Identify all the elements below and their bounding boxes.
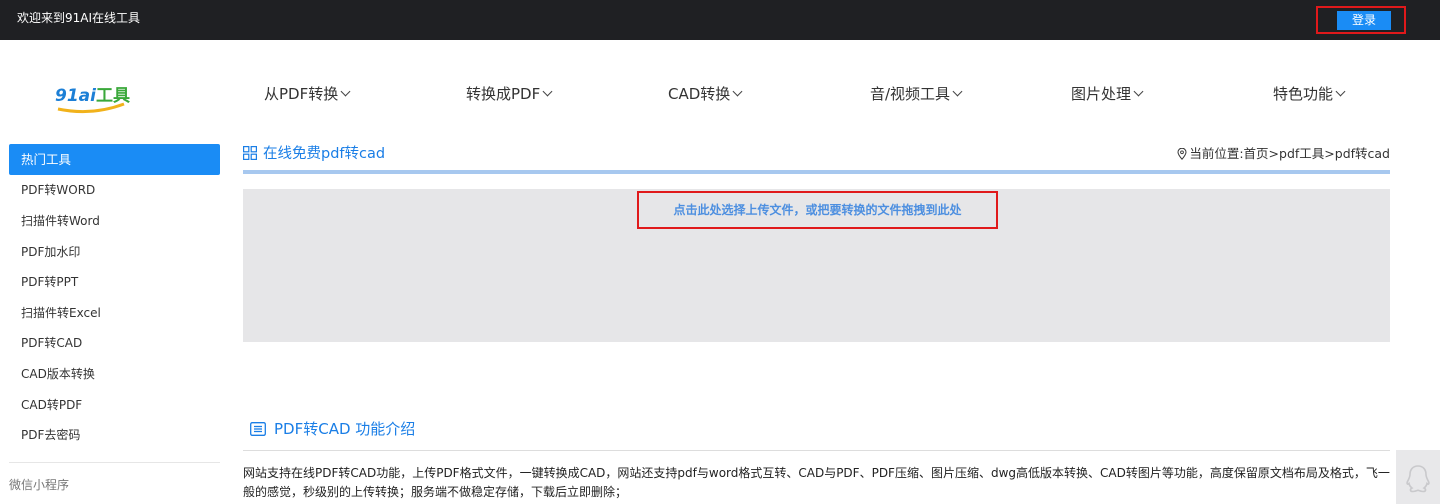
upload-hint[interactable]: 点击此处选择上传文件，或把要转换的文件拖拽到此处 (639, 202, 996, 218)
chevron-down-icon (952, 86, 963, 97)
chevron-down-icon (1335, 86, 1346, 97)
svg-text:91ai: 91ai (55, 86, 97, 106)
sidebar-item-pdf-to-word[interactable]: PDF转WORD (21, 182, 95, 198)
sidebar-item-pdf-remove-password[interactable]: PDF去密码 (21, 427, 80, 443)
sidebar-item-scan-to-word[interactable]: 扫描件转Word (21, 213, 100, 229)
page-header: 在线免费pdf转cad 当前位置:首页>pdf工具>pdf转cad (243, 144, 1390, 170)
location-pin-icon (1177, 148, 1187, 160)
nav-from-pdf[interactable]: 从PDF转换 (264, 84, 351, 104)
sidebar-item-cad-version[interactable]: CAD版本转换 (21, 366, 95, 382)
sidebar-item-scan-to-excel[interactable]: 扫描件转Excel (21, 305, 101, 321)
nav-cad-convert[interactable]: CAD转换 (668, 84, 743, 104)
logo-image: 91ai 工具 (55, 86, 130, 114)
upload-highlight-box: 点击此处选择上传文件，或把要转换的文件拖拽到此处 (637, 191, 998, 229)
sidebar-item-pdf-watermark[interactable]: PDF加水印 (21, 244, 80, 260)
sidebar-item-pdf-to-ppt[interactable]: PDF转PPT (21, 274, 78, 290)
intro-underline (243, 450, 1390, 451)
main-nav: 从PDF转换 转换成PDF CAD转换 音/视频工具 图片处理 特色功能 (230, 80, 1420, 108)
sidebar-divider (9, 462, 220, 463)
sidebar-item-hot-tools[interactable]: 热门工具 (9, 144, 220, 175)
nav-special[interactable]: 特色功能 (1273, 84, 1346, 104)
nav-image-tools[interactable]: 图片处理 (1071, 84, 1144, 104)
intro-title: PDF转CAD 功能介绍 (274, 420, 416, 438)
nav-label: CAD转换 (668, 85, 731, 103)
sidebar-item-cad-to-pdf[interactable]: CAD转PDF (21, 397, 82, 413)
breadcrumb-text[interactable]: 当前位置:首页>pdf工具>pdf转cad (1189, 145, 1390, 163)
nav-label: 特色功能 (1273, 85, 1334, 103)
welcome-text: 欢迎来到91AI在线工具 (17, 11, 141, 25)
title-underline (243, 170, 1390, 174)
site-logo[interactable]: 91ai 工具 (52, 76, 132, 116)
chevron-down-icon (340, 86, 351, 97)
breadcrumb: 当前位置:首页>pdf工具>pdf转cad (1177, 145, 1390, 163)
svg-text:工具: 工具 (96, 86, 130, 106)
chevron-down-icon (732, 86, 743, 97)
nav-label: 转换成PDF (466, 85, 541, 103)
chevron-down-icon (542, 86, 553, 97)
nav-label: 音/视频工具 (870, 85, 951, 103)
sidebar-item-pdf-to-cad[interactable]: PDF转CAD (21, 335, 82, 351)
top-bar: 欢迎来到91AI在线工具 登录 (0, 0, 1440, 40)
intro-paragraph: 网站支持在线PDF转CAD功能，上传PDF格式文件，一键转换成CAD，网站还支持… (243, 466, 1390, 499)
page-title: 在线免费pdf转cad (263, 146, 386, 162)
sidebar-item-mini-program[interactable]: 微信小程序 (9, 477, 69, 493)
nav-label: 从PDF转换 (264, 85, 339, 103)
grid-icon (243, 146, 257, 160)
document-list-icon (250, 422, 266, 436)
nav-audio-video[interactable]: 音/视频工具 (870, 84, 963, 104)
login-button[interactable]: 登录 (1337, 11, 1391, 30)
chevron-down-icon (1133, 86, 1144, 97)
nav-label: 图片处理 (1071, 85, 1132, 103)
login-highlight-box: 登录 (1316, 6, 1406, 34)
intro-header: PDF转CAD 功能介绍 (250, 418, 1390, 442)
qq-icon (1406, 465, 1430, 493)
floating-service-button[interactable] (1396, 450, 1440, 504)
nav-to-pdf[interactable]: 转换成PDF (466, 84, 553, 104)
upload-dropzone[interactable]: 点击此处选择上传文件，或把要转换的文件拖拽到此处 (243, 189, 1390, 342)
